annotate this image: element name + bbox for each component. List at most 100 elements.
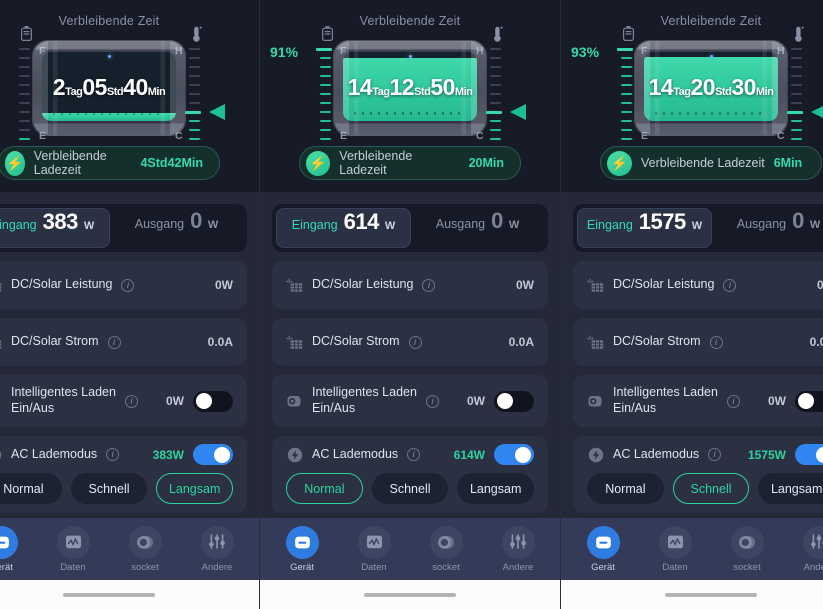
nav-item-gerät[interactable]: Gerät	[567, 525, 639, 573]
nav-item-gerät[interactable]: Gerät	[266, 525, 338, 573]
gauge-tick	[320, 111, 331, 113]
gauge-tick	[19, 102, 30, 104]
smart-charging-toggle[interactable]	[494, 390, 534, 412]
output-power-tab[interactable]: Ausgang 0 W	[411, 208, 544, 248]
info-icon[interactable]: i	[121, 278, 135, 292]
input-value: 614	[343, 209, 380, 234]
charge-remaining-label: Verbleibende Ladezeit	[33, 149, 107, 177]
charge-mode-normal[interactable]: Normal	[0, 473, 62, 504]
ac-charge-mode-row[interactable]: AC Lademodus i 614W	[286, 444, 534, 465]
ac-charge-mode-label: AC Lademodus	[11, 446, 98, 461]
dc-solar-power-label: DC/Solar Leistung	[312, 277, 414, 292]
gauge-tick	[320, 93, 331, 95]
ac-charge-mode-row[interactable]: AC Lademodus i 1575W	[587, 444, 823, 465]
remaining-minutes-unit: Min	[147, 85, 166, 98]
dc-solar-current-row[interactable]: DC/Solar Strom i 0.0A	[0, 318, 247, 366]
smart-charging-toggle[interactable]	[193, 390, 233, 412]
input-power-tab[interactable]: Eingang 614 W	[276, 208, 411, 248]
screen-body: Eingang 383 W Ausgang 0 W DC/Solar Leist…	[0, 192, 259, 518]
info-icon[interactable]: i	[723, 278, 737, 292]
nav-item-socket[interactable]: socket	[109, 525, 181, 573]
nav-label: Andere	[201, 561, 233, 573]
ac-charge-mode-card: AC Lademodus i 383W Normal Schnell Langsam	[0, 436, 247, 513]
info-icon[interactable]: i	[425, 394, 439, 408]
gauge-tick	[189, 138, 200, 140]
remaining-days: 14	[648, 73, 674, 100]
nav-item-socket[interactable]: socket	[711, 525, 783, 573]
gauge-tick	[19, 75, 30, 77]
dc-solar-power-row[interactable]: DC/Solar Leistung i 0W	[573, 261, 823, 309]
dc-solar-power-row[interactable]: DC/Solar Leistung i 0W	[0, 261, 247, 309]
solar-panel-icon	[0, 277, 2, 294]
charge-mode-normal[interactable]: Normal	[286, 473, 363, 504]
info-icon[interactable]: i	[408, 335, 422, 349]
nav-item-andere[interactable]: Andere	[181, 525, 253, 573]
nav-item-gerät[interactable]: Gerät	[0, 525, 37, 573]
info-icon[interactable]: i	[422, 278, 436, 292]
charge-mode-slow[interactable]: Langsam	[156, 473, 234, 504]
output-power-tab[interactable]: Ausgang 0 W	[712, 208, 823, 248]
ac-charge-mode-row[interactable]: AC Lademodus i 383W	[0, 444, 233, 465]
input-power-tab[interactable]: Eingang 383 W	[0, 208, 110, 248]
nav-item-socket[interactable]: socket	[410, 525, 482, 573]
charge-mode-fast[interactable]: Schnell	[70, 473, 148, 504]
nav-item-daten[interactable]: Daten	[338, 525, 410, 573]
ac-charge-mode-toggle[interactable]	[193, 444, 233, 465]
device-icon	[285, 525, 319, 559]
info-icon[interactable]: i	[726, 394, 740, 408]
thermometer-icon	[793, 26, 805, 42]
output-power-tab[interactable]: Ausgang 0 W	[110, 208, 243, 248]
info-icon[interactable]: i	[106, 448, 120, 461]
gauge-tick	[791, 120, 802, 122]
toggle-knob	[816, 446, 823, 463]
home-indicator[interactable]	[364, 592, 456, 597]
info-icon[interactable]: i	[124, 394, 138, 408]
toggle-knob	[196, 393, 212, 409]
home-indicator[interactable]	[665, 592, 757, 597]
ac-charge-mode-card: AC Lademodus i 614W Normal Schnell Langsam	[272, 436, 548, 513]
gauge-tick	[189, 129, 200, 131]
smart-charging-toggle[interactable]	[795, 390, 823, 412]
smart-charging-row[interactable]: Intelligentes Laden Ein/Aus i 0W	[0, 375, 247, 427]
dc-solar-current-row[interactable]: DC/Solar Strom i 0.0A	[272, 318, 548, 366]
nav-item-andere[interactable]: Andere	[482, 525, 554, 573]
home-indicator[interactable]	[63, 592, 155, 597]
charge-remaining-pill[interactable]: ⚡ Verbleibende Ladezeit 20Min	[299, 146, 521, 180]
gauge-tick	[189, 93, 200, 95]
remaining-days-unit: Tag	[673, 85, 691, 98]
gauge-tick	[621, 57, 632, 59]
gauge-tick	[791, 48, 802, 50]
ac-charge-mode-toggle[interactable]	[795, 444, 823, 465]
charge-mode-fast[interactable]: Schnell	[371, 473, 449, 504]
nav-item-andere[interactable]: Andere	[783, 525, 823, 573]
gauge-tick	[320, 120, 331, 122]
input-power-tab[interactable]: Eingang 1575 W	[577, 208, 712, 248]
dc-solar-power-row[interactable]: DC/Solar Leistung i 0W	[272, 261, 548, 309]
charge-mode-options: Normal Schnell Langsam	[587, 473, 823, 504]
charge-mode-slow[interactable]: Langsam	[457, 473, 535, 504]
charge-remaining-pill[interactable]: ⚡ Verbleibende Ladezeit 6Min	[600, 146, 822, 180]
ac-charge-mode-label: AC Lademodus	[613, 446, 700, 461]
charge-remaining-pill[interactable]: ⚡ Verbleibende Ladezeit 4Std42Min	[0, 146, 220, 180]
gauge-tick	[621, 138, 632, 140]
ac-charge-mode-toggle[interactable]	[494, 444, 534, 465]
info-icon[interactable]: i	[708, 448, 722, 461]
remaining-days-unit: Tag	[65, 85, 83, 98]
gauge-tick	[316, 48, 332, 51]
smart-charging-icon	[0, 393, 2, 410]
nav-item-daten[interactable]: Daten	[639, 525, 711, 573]
phone-screenshot-3: Verbleibende Zeit 93% F E H C	[561, 0, 823, 609]
info-icon[interactable]: i	[709, 335, 723, 349]
charge-mode-fast[interactable]: Schnell	[672, 473, 750, 504]
nav-item-daten[interactable]: Daten	[37, 525, 109, 573]
gauge-tick	[791, 75, 802, 77]
thermometer-icon	[191, 26, 203, 42]
device-led-icon	[709, 55, 713, 58]
info-icon[interactable]: i	[107, 335, 121, 349]
dc-solar-current-row[interactable]: DC/Solar Strom i 0.0A	[573, 318, 823, 366]
charge-mode-slow[interactable]: Langsam	[758, 473, 823, 504]
smart-charging-row[interactable]: Intelligentes Laden Ein/Aus i 0W	[272, 375, 548, 427]
smart-charging-row[interactable]: Intelligentes Laden Ein/Aus i 0W	[573, 375, 823, 427]
info-icon[interactable]: i	[407, 448, 421, 461]
charge-mode-normal[interactable]: Normal	[587, 473, 664, 504]
